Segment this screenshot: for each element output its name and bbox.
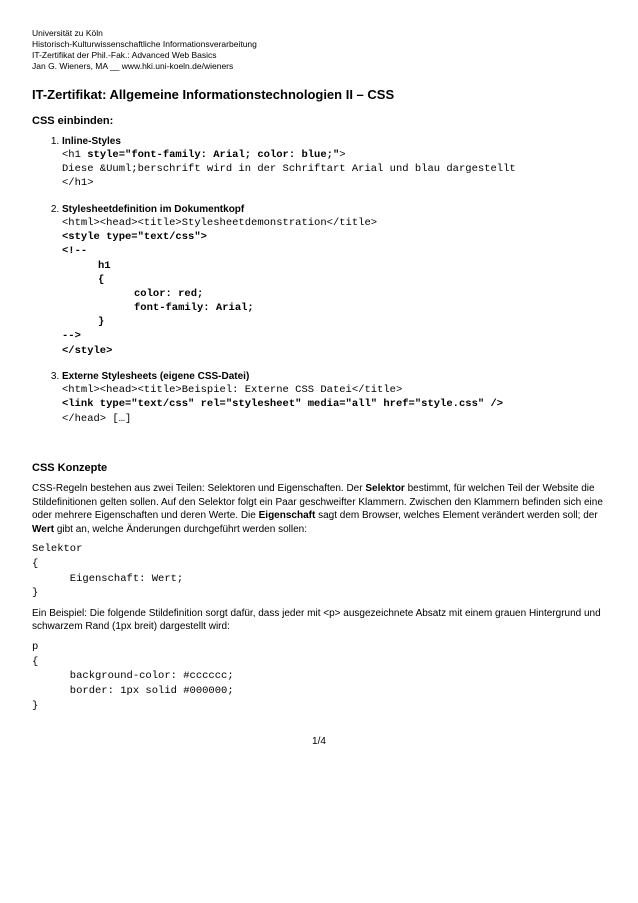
code-block: <html><head><title>Stylesheetdemonstrati… [62, 216, 606, 358]
code-text-bold: </style> [62, 345, 112, 357]
code-text-bold: h1 [62, 259, 606, 273]
document-header: Universität zu Köln Historisch-Kulturwis… [32, 28, 606, 72]
list-item-inline-styles: Inline-Styles <h1 style="font-family: Ar… [62, 135, 606, 191]
code-text-bold: <!-- [62, 245, 87, 257]
text: CSS-Regeln bestehen aus zwei Teilen: Sel… [32, 483, 365, 494]
section-css-konzepte-heading: CSS Konzepte [32, 461, 606, 476]
code-text: <html><head><title>Beispiel: Externe CSS… [62, 384, 402, 396]
code-text-bold: <link type="text/css" rel="stylesheet" m… [62, 398, 503, 410]
code-text-bold: font-family: Arial; [62, 301, 606, 315]
header-line-2: Historisch-Kulturwissenschaftliche Infor… [32, 39, 606, 50]
code-block-selector: Selektor { Eigenschaft: Wert; } [32, 542, 606, 601]
list-item-stylesheet-head: Stylesheetdefinition im Dokumentkopf <ht… [62, 203, 606, 358]
page-number: 1/4 [32, 735, 606, 749]
code-block: <h1 style="font-family: Arial; color: bl… [62, 148, 606, 191]
concepts-paragraph-1: CSS-Regeln bestehen aus zwei Teilen: Sel… [32, 482, 606, 536]
text: gibt an, welche Änderungen durchgeführt … [54, 524, 307, 535]
code-text-bold: <style type="text/css"> [62, 231, 207, 243]
concepts-paragraph-2: Ein Beispiel: Die folgende Stildefinitio… [32, 607, 606, 634]
code-block: <html><head><title>Beispiel: Externe CSS… [62, 383, 606, 426]
header-line-1: Universität zu Köln [32, 28, 606, 39]
code-text-bold: color: red; [62, 287, 606, 301]
code-text: <html><head><title>Stylesheetdemonstrati… [62, 217, 377, 229]
text-bold: Eigenschaft [259, 510, 316, 521]
code-text-bold: { [62, 273, 606, 287]
list-item-external-stylesheet: Externe Stylesheets (eigene CSS-Datei) <… [62, 370, 606, 426]
code-text: Diese &Uuml;berschrift wird in der Schri… [62, 163, 516, 175]
item-title: Stylesheetdefinition im Dokumentkopf [62, 204, 244, 215]
header-line-4: Jan G. Wieners, MA __ www.hki.uni-koeln.… [32, 61, 606, 72]
code-text-bold: style="font-family: Arial; color: blue;" [87, 149, 339, 161]
text: sagt dem Browser, welches Element veränd… [315, 510, 597, 521]
code-text-bold: } [62, 315, 606, 329]
text-bold: Selektor [365, 483, 404, 494]
code-text: <h1 [62, 149, 87, 161]
code-text: > [339, 149, 345, 161]
item-title: Externe Stylesheets (eigene CSS-Datei) [62, 371, 249, 382]
code-text: </h1> [62, 177, 94, 189]
css-einbinden-list: Inline-Styles <h1 style="font-family: Ar… [32, 135, 606, 426]
code-text: </head> […] [62, 413, 131, 425]
page-title: IT-Zertifikat: Allgemeine Informationste… [32, 86, 606, 104]
header-line-3: IT-Zertifikat der Phil.-Fak.: Advanced W… [32, 50, 606, 61]
text-bold: Wert [32, 524, 54, 535]
section-css-einbinden-heading: CSS einbinden: [32, 114, 606, 129]
item-title: Inline-Styles [62, 136, 121, 147]
code-text-bold: --> [62, 330, 81, 342]
code-block-example-p: p { background-color: #cccccc; border: 1… [32, 640, 606, 713]
